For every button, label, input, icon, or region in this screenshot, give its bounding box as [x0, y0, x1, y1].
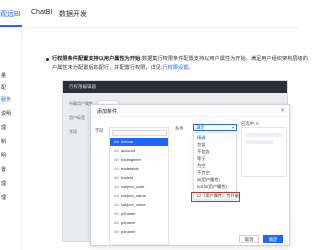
- sidebar-item[interactable]: 量: [1, 72, 6, 79]
- placeholder-bar: [246, 140, 274, 144]
- field-item[interactable]: Ab p4name: [110, 228, 168, 236]
- top-navigation: 观远BI ChatBI 数据开发: [0, 0, 300, 28]
- sidebar-item[interactable]: 明: [1, 152, 6, 159]
- field-item[interactable]: Ab subject_name: [110, 192, 168, 200]
- sidebar-item[interactable]: 置: [1, 166, 6, 173]
- confirm-button[interactable]: 确定: [263, 235, 283, 243]
- close-icon[interactable]: ✕: [280, 107, 285, 114]
- editor-title: 行权限编辑器: [69, 84, 96, 89]
- field-item-selected[interactable]: Ab license: [110, 138, 168, 146]
- field-item[interactable]: Ab tradingtime: [110, 156, 168, 164]
- sidebar-item[interactable]: 理: [1, 124, 6, 131]
- chevron-down-icon: ▾: [231, 125, 234, 130]
- dropdown-option[interactable]: 精确: [194, 134, 236, 141]
- condition-dropdown: 精确 包含 不包含 等于 为空 不为空 in(用户属性) not in(用户属性…: [193, 132, 239, 200]
- sidebar-item[interactable]: 说明: [1, 110, 11, 117]
- nav-tab-data-dev[interactable]: 数据开发: [59, 9, 87, 19]
- sidebar-item[interactable]: 理: [1, 194, 6, 201]
- dropdown-option[interactable]: 不包含: [194, 148, 236, 155]
- field-item[interactable]: Ab tradeid: [110, 174, 168, 182]
- condition-value: 满足: [196, 125, 205, 130]
- doc-bold-prefix: 行权限条件配置支持以用户属性为开始:: [52, 56, 142, 62]
- field-label: 字段: [95, 128, 104, 133]
- add-condition-dialog: 添加条件 ✕ 字段 Ab license Ab account Ab tradingt…: [90, 104, 290, 246]
- dropdown-option[interactable]: 不为空: [194, 169, 236, 176]
- dropdown-option[interactable]: 包含: [194, 141, 236, 148]
- row-permission-link[interactable]: 行权限设置: [162, 65, 188, 71]
- selected-values-box: [241, 127, 287, 177]
- sidebar-item[interactable]: 理: [1, 180, 6, 187]
- sidebar: 量 配 服务 说明 理 制 明 置 理 理: [0, 28, 22, 250]
- dropdown-option[interactable]: in(用户属性): [194, 176, 236, 183]
- bg-label: 字段: [69, 129, 77, 134]
- sidebar-item-active[interactable]: 服务: [1, 96, 11, 103]
- bullet-dot: [46, 58, 49, 61]
- editor-header: 行权限编辑器: [63, 81, 287, 93]
- highlight-box: [191, 192, 240, 202]
- condition-label: 条件: [175, 126, 184, 131]
- field-item[interactable]: Ab p2name: [110, 210, 168, 218]
- field-search-input[interactable]: [112, 130, 167, 136]
- sidebar-item[interactable]: 配: [1, 84, 6, 91]
- cancel-button[interactable]: 取消: [239, 235, 259, 243]
- doc-text-end: 。: [188, 65, 194, 71]
- dialog-title: 添加条件: [97, 109, 118, 115]
- field-item[interactable]: Ab account: [110, 147, 168, 155]
- dropdown-option[interactable]: 等于: [194, 155, 236, 162]
- field-item[interactable]: Ab subject_cnme: [110, 201, 168, 209]
- field-list: Ab license Ab account Ab tradingtime Ab trad…: [109, 127, 169, 245]
- dialog-header: 添加条件 ✕: [91, 105, 289, 117]
- doc-paragraph-line1: 行权限条件配置支持以用户属性为开始:数据集行权限条件配置支持以用户属性为开始，满…: [52, 56, 308, 63]
- nav-tab-guanyuan-bi[interactable]: 观远BI: [0, 9, 21, 19]
- doc-text: 户属性未为配置后匹配行，并配置行权限，详见:: [52, 65, 163, 71]
- field-item[interactable]: Ab tradetable: [110, 165, 168, 173]
- active-tab-indicator: [0, 25, 22, 27]
- condition-select[interactable]: 满足 ▾: [193, 124, 237, 131]
- nav-tab-chatbi[interactable]: ChatBI: [31, 9, 52, 16]
- placeholder-bar: [246, 133, 282, 137]
- dropdown-option[interactable]: not in(用户属性): [194, 183, 236, 190]
- bg-label: 用户标签: [69, 115, 85, 120]
- sidebar-item[interactable]: 制: [1, 138, 6, 145]
- doc-paragraph-line2: 户属性未为配置后匹配行，并配置行权限，详见:行权限设置。: [52, 65, 194, 72]
- field-item[interactable]: Ab p3name: [110, 219, 168, 227]
- dropdown-option[interactable]: 为空: [194, 162, 236, 169]
- doc-text: 数据集行权限条件配置支持以用户属性为开始，满足用户组织架构层级的: [141, 56, 308, 62]
- field-item[interactable]: Ab subject_code: [110, 183, 168, 191]
